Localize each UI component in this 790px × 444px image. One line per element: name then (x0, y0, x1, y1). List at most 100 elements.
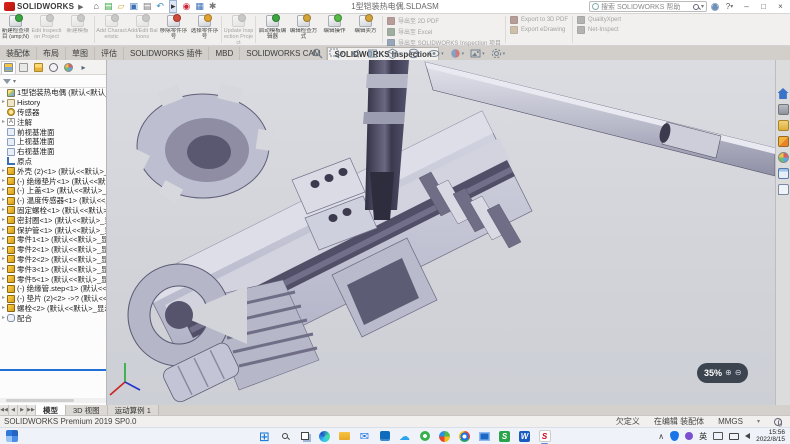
ribbon-button-6[interactable]: 选择零件序号 (189, 14, 220, 45)
tree-item-22[interactable]: ▸配合 (0, 313, 107, 323)
command-tab-3[interactable]: 评估 (95, 47, 124, 60)
tree-item-8[interactable]: ▸(-) 绝缘垫片<1> (默认<<默认>_显 (0, 176, 107, 186)
ribbon-button-10[interactable]: 编辑操作 (319, 14, 350, 45)
file-explorer-icon[interactable] (338, 430, 351, 443)
edge-icon[interactable] (318, 430, 331, 443)
print-icon[interactable]: ▤ (143, 1, 152, 12)
expand-arrow-icon[interactable]: ▸ (0, 118, 7, 127)
expand-arrow-icon[interactable]: ▸ (0, 226, 7, 235)
minimize-button[interactable]: – (740, 1, 753, 12)
solidworks-forum-icon[interactable] (778, 184, 789, 195)
tab-dimxpertmanager[interactable] (46, 61, 61, 74)
expand-arrow-icon[interactable]: ▸ (0, 255, 7, 264)
ribbon-button-0[interactable]: 新建检查项目 (amp;N) (0, 14, 31, 45)
graphics-viewport[interactable]: 35% ⊕ ⊖ (107, 60, 775, 405)
restore-button[interactable]: □ (757, 1, 770, 12)
mail-icon[interactable]: ✉ (358, 430, 371, 443)
browser-360-icon[interactable] (438, 430, 451, 443)
search-icon[interactable] (693, 4, 699, 10)
document-tab-2[interactable]: 运动算例 1 (108, 405, 159, 415)
phone-link-icon[interactable] (729, 433, 739, 440)
expand-arrow-icon[interactable]: ▸ (0, 294, 7, 303)
command-tab-5[interactable]: MBD (209, 47, 240, 60)
tab-propertymanager[interactable] (16, 61, 31, 74)
undo-icon[interactable]: ↶ (156, 1, 164, 12)
zoom-in-icon[interactable]: ⊕ (725, 369, 732, 377)
tree-item-9[interactable]: ▸(-) 上盖<1> (默认<<默认>_显示状 (0, 186, 107, 196)
start-icon[interactable]: ⊞ (258, 430, 271, 443)
expand-arrow-icon[interactable]: ▸ (0, 304, 7, 313)
expand-arrow-icon[interactable]: ▸ (0, 196, 7, 205)
tree-item-18[interactable]: ▸零件5<1> (默认<<默认>_显示状 (0, 274, 107, 284)
view-settings-icon[interactable]: ▾ (491, 48, 506, 59)
tree-item-21[interactable]: ▸螺栓<2> (默认<<默认>_显示状态 (0, 304, 107, 314)
help-button[interactable]: ?▾ (723, 1, 736, 12)
cloud-app-icon[interactable]: ☁ (398, 430, 411, 443)
tray-app-icon[interactable] (685, 432, 693, 440)
ribbon-button-5[interactable]: 移除零件序号 (158, 14, 189, 45)
expand-arrow-icon[interactable]: ▸ (0, 284, 7, 293)
tree-item-3[interactable]: 前视基准面 (0, 127, 107, 137)
ribbon-button-11[interactable]: 编辑卖方 (350, 14, 381, 45)
tag-globe-icon[interactable] (774, 418, 782, 426)
file-explorer-icon[interactable] (778, 120, 789, 131)
command-tab-2[interactable]: 草图 (66, 47, 95, 60)
expand-arrow-icon[interactable]: ▸ (0, 265, 7, 274)
units-caret-icon[interactable]: ▾ (757, 418, 760, 425)
apply-scene-icon[interactable]: ▾ (470, 48, 485, 59)
clock[interactable]: 15:56 2022/8/15 (756, 429, 785, 443)
zoom-to-fit-icon[interactable] (312, 48, 323, 59)
open-icon[interactable]: ▱ (117, 1, 124, 12)
chrome-icon[interactable] (458, 430, 471, 443)
expand-arrow-icon[interactable]: ▸ (0, 216, 7, 225)
expand-arrow-icon[interactable]: ▸ (0, 186, 7, 195)
expand-arrow-icon[interactable]: ▸ (0, 177, 7, 186)
options-icon[interactable]: ✱ (209, 1, 217, 12)
expand-arrow-icon[interactable]: ▸ (0, 206, 7, 215)
new-icon[interactable]: ▤ (104, 1, 113, 12)
expand-arrow-icon[interactable]: ▸ (0, 314, 7, 323)
word-icon[interactable]: W (518, 430, 531, 443)
tree-item-20[interactable]: ▸(-) 垫片 (2)<2> ->? (默认<<默认 (0, 294, 107, 304)
panel-splitter[interactable] (0, 369, 107, 371)
expand-arrow-icon[interactable]: ▸ (0, 275, 7, 284)
volume-icon[interactable] (745, 433, 750, 439)
zoom-to-area-icon[interactable]: ▾ (329, 48, 344, 59)
tree-item-16[interactable]: ▸零件2<2> (默认<<默认>_显示状 (0, 255, 107, 265)
search-caret-icon[interactable]: ▾ (701, 3, 704, 10)
zoom-indicator[interactable]: 35% ⊕ ⊖ (697, 363, 748, 383)
expand-arrow-icon[interactable]: ▸ (0, 167, 7, 176)
expand-arrow-icon[interactable]: ▸ (0, 98, 7, 107)
appearances-scenes-icon[interactable] (778, 152, 789, 163)
ribbon-button-9[interactable]: 编辑检查方式 (288, 14, 319, 45)
login-icon[interactable] (711, 3, 719, 11)
close-button[interactable]: × (774, 1, 787, 12)
panel-horizontal-scrollbar[interactable] (0, 398, 107, 403)
cad-model[interactable] (107, 60, 775, 405)
tree-item-6[interactable]: 原点 (0, 157, 107, 167)
save-icon[interactable]: ▣ (129, 1, 138, 12)
tree-item-17[interactable]: ▸零件3<1> (默认<<默认>_显示状 (0, 264, 107, 274)
tree-root-item[interactable]: 1型铠装热电偶 (默认<默认_显示状态-1 (0, 88, 107, 98)
tab-configurationmanager[interactable] (31, 61, 46, 74)
tree-item-14[interactable]: ▸零件1<1> (默认<<默认>_显示状态 (0, 235, 107, 245)
design-library-icon[interactable] (778, 104, 789, 115)
tree-item-1[interactable]: 传感器 (0, 108, 107, 118)
ime-indicator[interactable]: 英 (699, 431, 707, 442)
home-icon[interactable]: ⌂ (94, 1, 99, 12)
document-tab-0[interactable]: 模型 (36, 405, 66, 415)
hidden-icons-chevron-icon[interactable]: ∧ (658, 432, 664, 441)
display-style-icon[interactable]: ▾ (408, 48, 423, 59)
hide-show-items-icon[interactable]: ▾ (428, 48, 444, 59)
tree-item-13[interactable]: ▸保护管<1> (默认<<默认>_显示状 (0, 225, 107, 235)
rebuild-icon[interactable]: ◉ (182, 1, 190, 12)
view-palette-icon[interactable] (778, 136, 789, 147)
app-green-icon[interactable] (418, 430, 431, 443)
command-tab-4[interactable]: SOLIDWORKS 插件 (124, 47, 209, 60)
expand-arrow-icon[interactable]: ▸ (0, 245, 7, 254)
zoom-out-icon[interactable]: ⊖ (735, 369, 742, 377)
tree-item-19[interactable]: ▸(-) 绝缘管.step<1> (默认<<默认 (0, 284, 107, 294)
command-tab-1[interactable]: 布局 (37, 47, 66, 60)
ribbon-button-8[interactable]: 启动模板编辑器 (257, 14, 288, 45)
command-tab-0[interactable]: 装配体 (0, 47, 37, 60)
